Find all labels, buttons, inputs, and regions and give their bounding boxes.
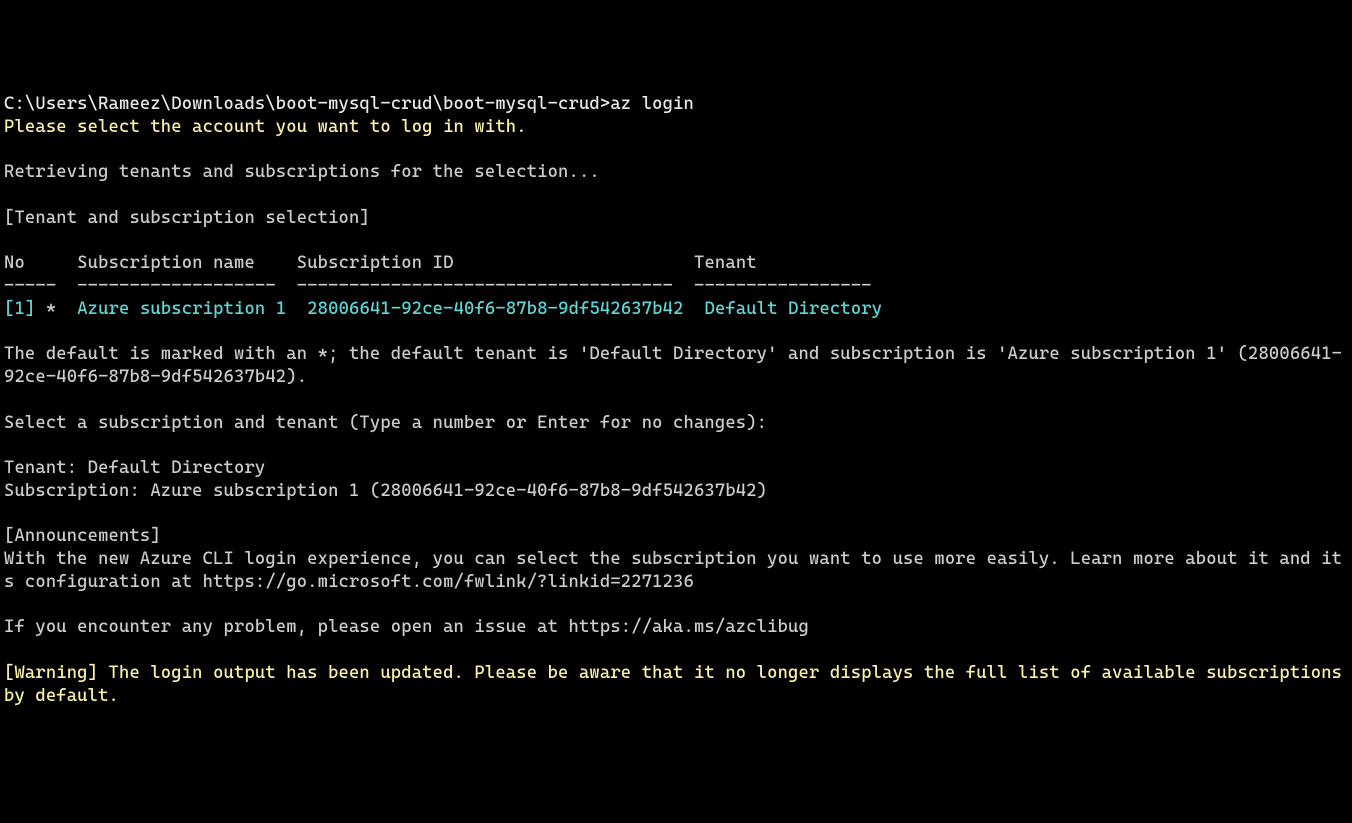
col-id: Subscription ID (297, 253, 454, 273)
col-tenant: Tenant (694, 253, 757, 273)
command-text: az login (610, 94, 694, 114)
row-sp2 (286, 299, 307, 319)
row-id: 28006641-92ce-40f6-87b8-9df542637b42 (307, 299, 683, 319)
warning-text: [Warning] The login output has been upda… (4, 663, 1352, 706)
row-tenant: Default Directory (704, 299, 882, 319)
div-no: ----- (4, 276, 56, 296)
select-prompt: Select a subscription and tenant (Type a… (4, 413, 767, 433)
div-tenant: ----------------- (694, 276, 872, 296)
terminal-output[interactable]: C:\Users\Rameez\Downloads\boot-mysql-cru… (4, 93, 1348, 707)
default-msg: The default is marked with an *; the def… (4, 344, 1342, 387)
issue-text: If you encounter any problem, please ope… (4, 617, 809, 637)
col-no: No (4, 253, 25, 273)
section-header: [Tenant and subscription selection] (4, 208, 370, 228)
row-no: [1] (4, 299, 35, 319)
retrieving-msg: Retrieving tenants and subscriptions for… (4, 162, 600, 182)
col-name: Subscription name (77, 253, 255, 273)
tenant-line: Tenant: Default Directory (4, 458, 265, 478)
prompt-path: C:\Users\Rameez\Downloads\boot-mysql-cru… (4, 94, 610, 114)
select-account-msg: Please select the account you want to lo… (4, 117, 527, 137)
div-name: ------------------- (77, 276, 276, 296)
subscription-line: Subscription: Azure subscription 1 (2800… (4, 481, 767, 501)
row-sp3 (684, 299, 705, 319)
row-sp1 (56, 299, 77, 319)
announcements-header: [Announcements] (4, 526, 161, 546)
row-star: * (35, 299, 56, 319)
div-id: ------------------------------------ (297, 276, 673, 296)
row-name: Azure subscription 1 (77, 299, 286, 319)
announcement-text: With the new Azure CLI login experience,… (4, 549, 1342, 592)
